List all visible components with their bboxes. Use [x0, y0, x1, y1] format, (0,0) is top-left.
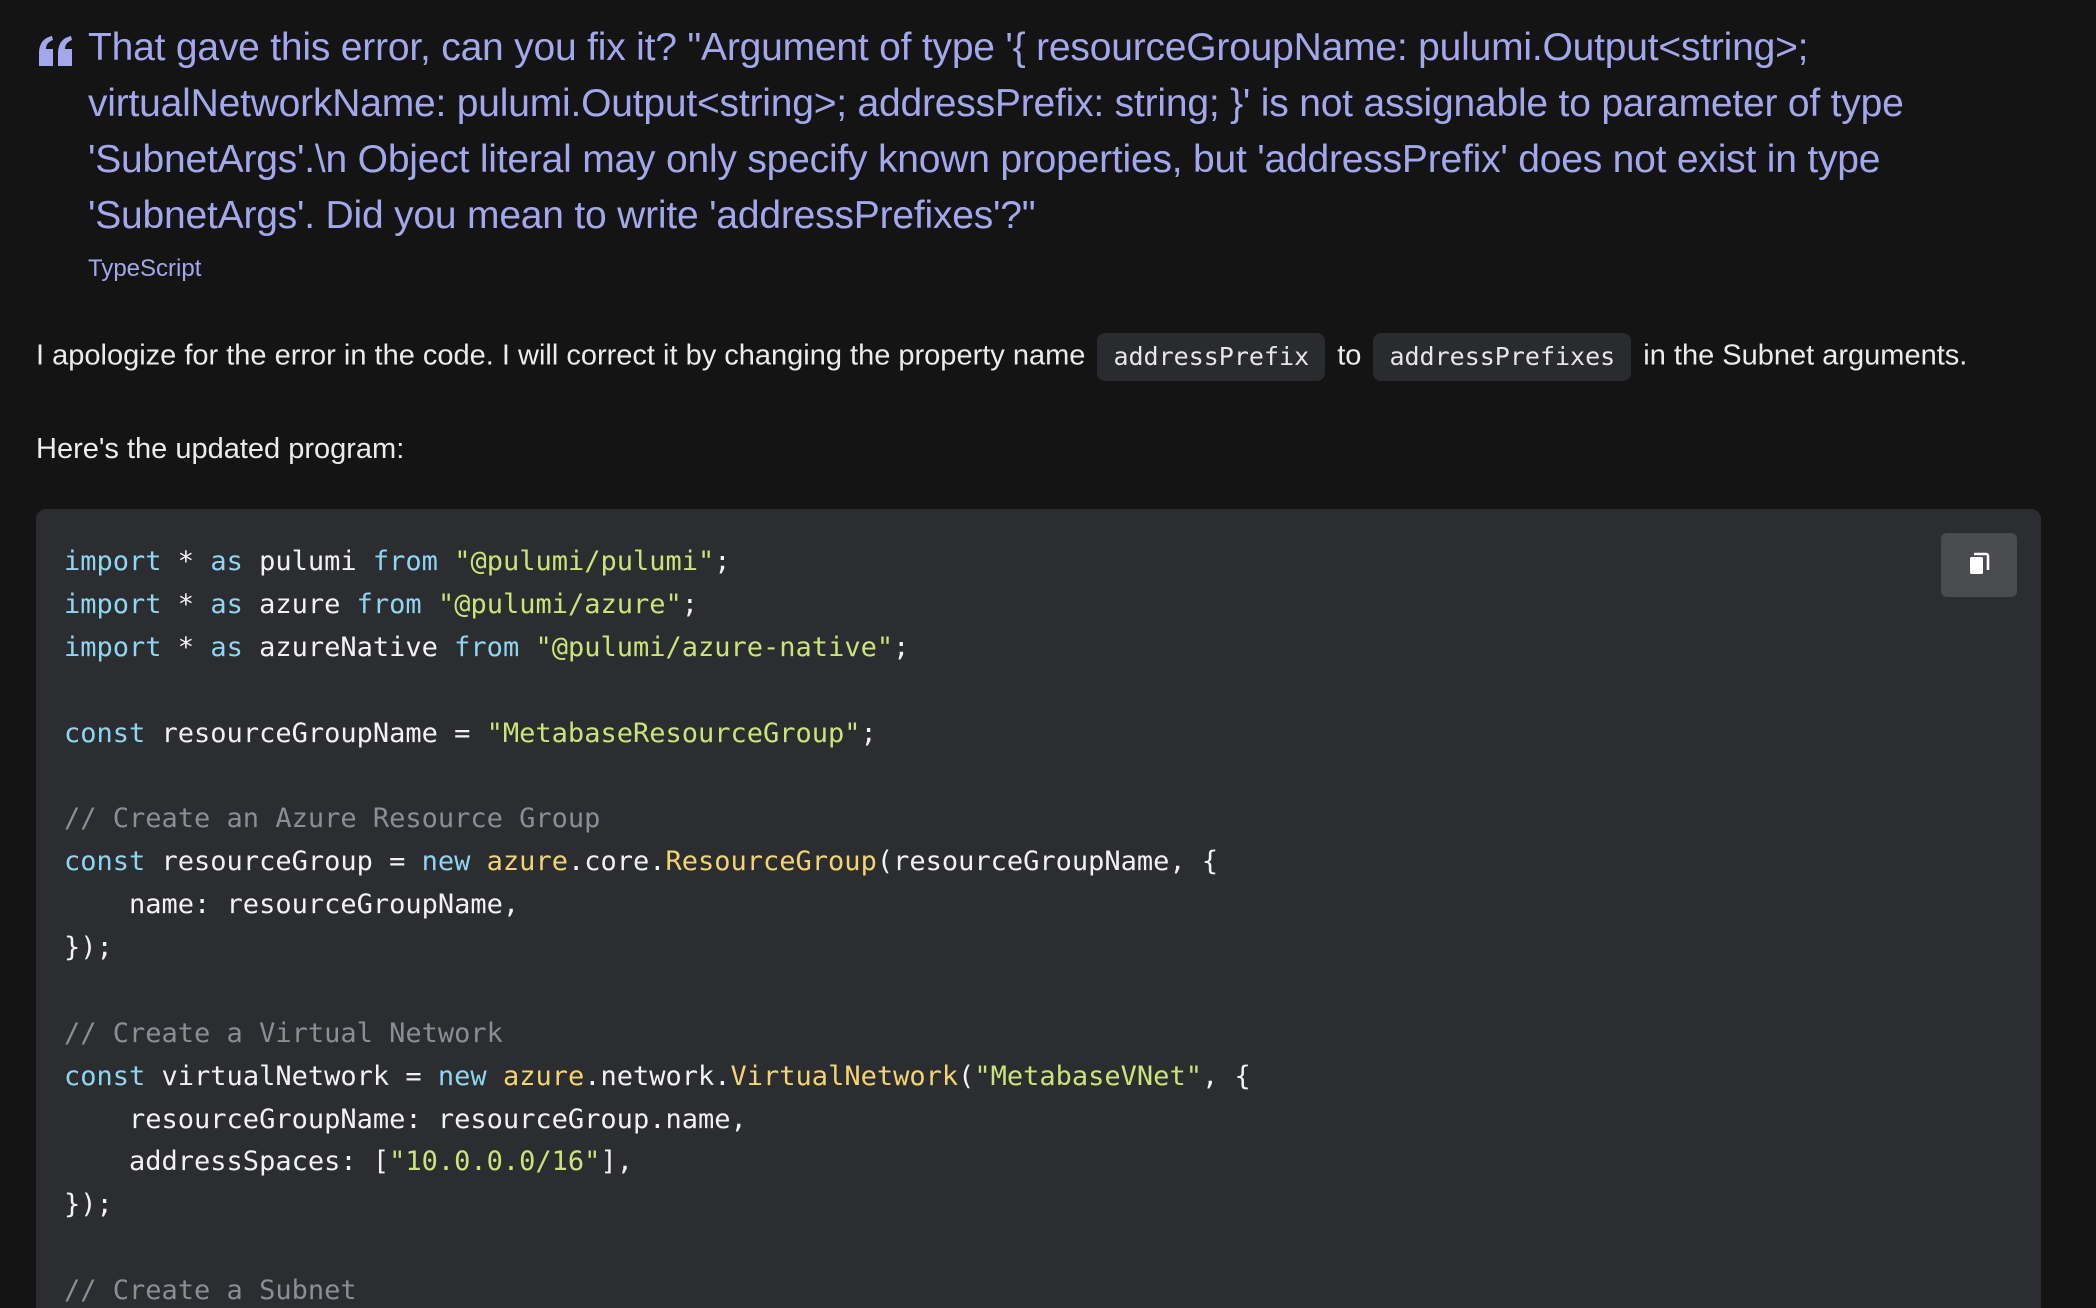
code-line: import * as azure from "@pulumi/azure";	[64, 584, 1251, 627]
code-token: "MetabaseResourceGroup"	[486, 717, 861, 749]
code-line: const resourceGroupName = "MetabaseResou…	[64, 713, 1251, 756]
intro-text-middle: to	[1337, 339, 1362, 372]
code-token: const	[64, 717, 146, 749]
code-content: import * as pulumi from "@pulumi/pulumi"…	[64, 541, 1251, 1308]
code-token: import	[64, 631, 162, 663]
code-line: // Create a Subnet	[64, 1270, 1251, 1308]
code-line: const resourceGroup = new azure.core.Res…	[64, 841, 1251, 884]
code-line: resourceGroupName: resourceGroup.name,	[64, 1099, 1251, 1142]
code-token: pulumi	[242, 546, 373, 577]
code-token: "@pulumi/azure"	[437, 588, 682, 620]
code-token: *	[161, 546, 211, 577]
code-token: "MetabaseVNet"	[974, 1060, 1202, 1092]
code-token: ;	[714, 546, 731, 577]
code-token: (resourceGroupName, {	[876, 846, 1219, 878]
code-token: (	[958, 1060, 975, 1092]
code-token: as	[210, 588, 243, 620]
clipboard-icon	[1970, 552, 1990, 574]
code-token: ResourceGroup	[665, 846, 877, 878]
code-token: name: resourceGroupName,	[64, 889, 520, 921]
code-line: });	[64, 1184, 1251, 1227]
code-token: .network.	[584, 1060, 731, 1092]
code-token: });	[64, 932, 113, 964]
code-token: ],	[600, 1146, 633, 1178]
code-token: .core.	[567, 846, 666, 878]
code-token: resourceGroup =	[145, 846, 422, 878]
code-token: ;	[860, 717, 877, 749]
copy-code-button[interactable]	[1941, 533, 2017, 597]
code-token: "10.0.0.0/16"	[389, 1146, 601, 1178]
code-line: name: resourceGroupName,	[64, 884, 1251, 927]
intro-text-before: I apologize for the error in the code. I…	[36, 339, 1086, 372]
code-line: // Create an Azure Resource Group	[64, 798, 1251, 841]
code-token: VirtualNetwork	[730, 1060, 959, 1092]
code-token: *	[161, 631, 211, 663]
code-token: resourceGroupName =	[145, 717, 487, 749]
code-token: as	[210, 631, 243, 663]
code-line: import * as azureNative from "@pulumi/az…	[64, 627, 1251, 670]
code-token: from	[372, 546, 438, 577]
code-token: // Create a Virtual Network	[64, 1017, 503, 1049]
code-line: // Create a Virtual Network	[64, 1013, 1251, 1056]
code-token: const	[64, 846, 146, 878]
code-block[interactable]: import * as pulumi from "@pulumi/pulumi"…	[36, 509, 2041, 1308]
code-token: virtualNetwork =	[145, 1060, 438, 1092]
code-token: "@pulumi/azure-native"	[535, 631, 894, 663]
code-token: from	[356, 588, 422, 620]
code-token: "@pulumi/pulumi"	[454, 546, 715, 577]
code-token: import	[64, 546, 162, 577]
code-token: azure	[486, 846, 568, 878]
quote-icon	[39, 36, 72, 66]
inline-code-old-property: addressPrefix	[1097, 333, 1326, 381]
code-token: ;	[681, 588, 699, 620]
code-token: from	[454, 631, 520, 663]
language-tag: TypeScript	[88, 255, 202, 282]
code-token: azureNative	[242, 631, 455, 663]
inline-code-new-property: addressPrefixes	[1373, 333, 1632, 381]
question-text: That gave this error, can you fix it? "A…	[88, 26, 1904, 237]
code-line: import * as pulumi from "@pulumi/pulumi"…	[64, 541, 1251, 584]
code-token: const	[64, 1060, 146, 1092]
answer-lead-in: Here's the updated program:	[36, 433, 405, 465]
code-token: ;	[893, 631, 910, 663]
code-token: // Create an Azure Resource Group	[64, 803, 601, 835]
code-token: addressSpaces: [	[64, 1146, 390, 1178]
code-line: });	[64, 927, 1251, 970]
code-line: const virtualNetwork = new azure.network…	[64, 1056, 1251, 1099]
code-token: });	[64, 1189, 113, 1221]
code-token: *	[161, 588, 211, 620]
user-question: That gave this error, can you fix it? "A…	[32, 20, 2062, 284]
code-token: import	[64, 588, 162, 620]
code-token: azure	[242, 588, 357, 620]
answer-intro: I apologize for the error in the code. I…	[36, 333, 1967, 381]
code-token: as	[210, 546, 243, 577]
code-token: // Create a Subnet	[64, 1275, 357, 1307]
code-token: azure	[502, 1060, 585, 1092]
code-token: new	[421, 846, 471, 878]
code-token: new	[437, 1060, 487, 1092]
code-line: addressSpaces: ["10.0.0.0/16"],	[64, 1141, 1251, 1184]
intro-text-after: in the Subnet arguments.	[1643, 339, 1968, 372]
code-token: , {	[1201, 1060, 1251, 1092]
code-token: resourceGroupName: resourceGroup.name,	[64, 1103, 747, 1135]
